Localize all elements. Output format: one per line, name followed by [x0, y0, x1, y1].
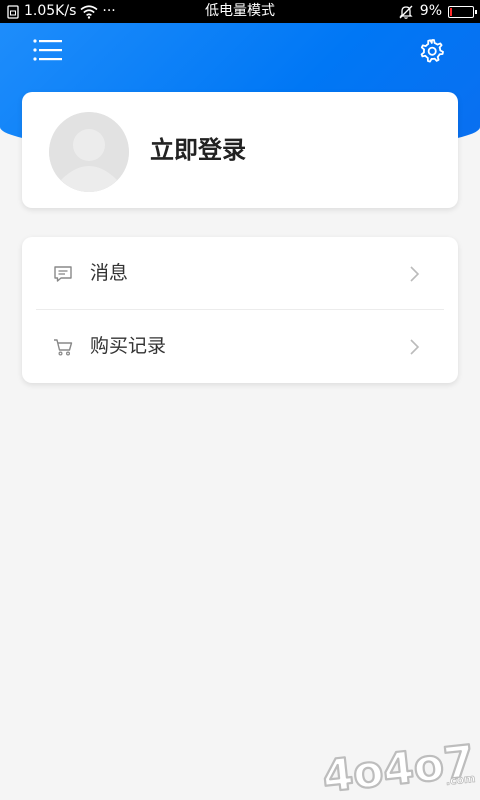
battery-percent: 9% [419, 3, 442, 19]
login-card[interactable]: 立即登录 [22, 92, 458, 208]
battery-level-fill [450, 7, 452, 16]
menu-item-purchase-history[interactable]: 购买记录 [22, 310, 458, 383]
gear-icon[interactable] [419, 38, 445, 64]
message-icon [54, 266, 72, 282]
watermark-text: 4o4o7 [320, 738, 476, 796]
app-screen: 1.05K/s ··· 低电量模式 9% 立即登录 消息 购买记录 4o4o7 … [0, 0, 480, 800]
menu-item-label: 消息 [90, 262, 129, 284]
status-bar: 1.05K/s ··· 低电量模式 9% [0, 0, 480, 23]
menu-list-card: 消息 购买记录 [22, 237, 458, 383]
menu-item-label: 购买记录 [90, 335, 167, 357]
chevron-right-icon [410, 266, 420, 282]
site-watermark-logo: 4o4o7 .com [319, 738, 476, 796]
menu-item-messages[interactable]: 消息 [22, 237, 458, 310]
battery-icon [448, 5, 477, 18]
menu-list-icon[interactable] [33, 38, 63, 62]
bell-mute-icon [399, 5, 413, 19]
default-avatar-icon [49, 112, 129, 192]
avatar[interactable] [49, 112, 129, 192]
chevron-right-icon [410, 339, 420, 355]
cart-icon [54, 339, 73, 356]
status-right: 9% [398, 0, 477, 23]
login-now-label[interactable]: 立即登录 [150, 92, 246, 208]
